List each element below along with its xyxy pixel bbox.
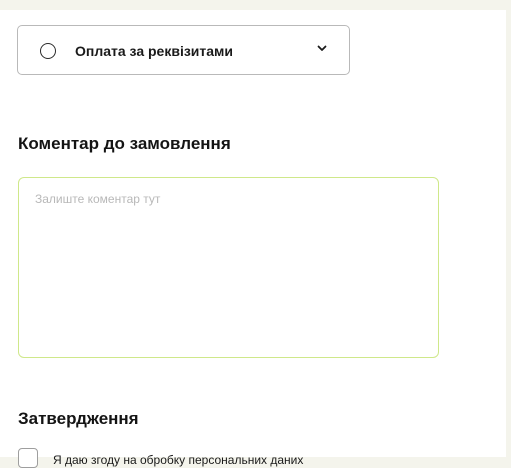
order-form-panel: Оплата за реквізитами Коментар до замовл… (0, 10, 506, 468)
payment-method-select[interactable]: Оплата за реквізитами (17, 25, 350, 75)
confirmation-section-title: Затвердження (18, 409, 139, 428)
consent-label[interactable]: Я даю згоду на обробку персональних дани… (53, 453, 303, 467)
payment-method-label: Оплата за реквізитами (75, 43, 234, 59)
chevron-down-icon[interactable] (315, 41, 329, 55)
comment-textarea[interactable] (18, 177, 439, 358)
comment-section-title: Коментар до замовлення (18, 134, 231, 153)
consent-checkbox[interactable] (18, 448, 38, 468)
radio-unchecked-icon[interactable] (40, 43, 56, 59)
